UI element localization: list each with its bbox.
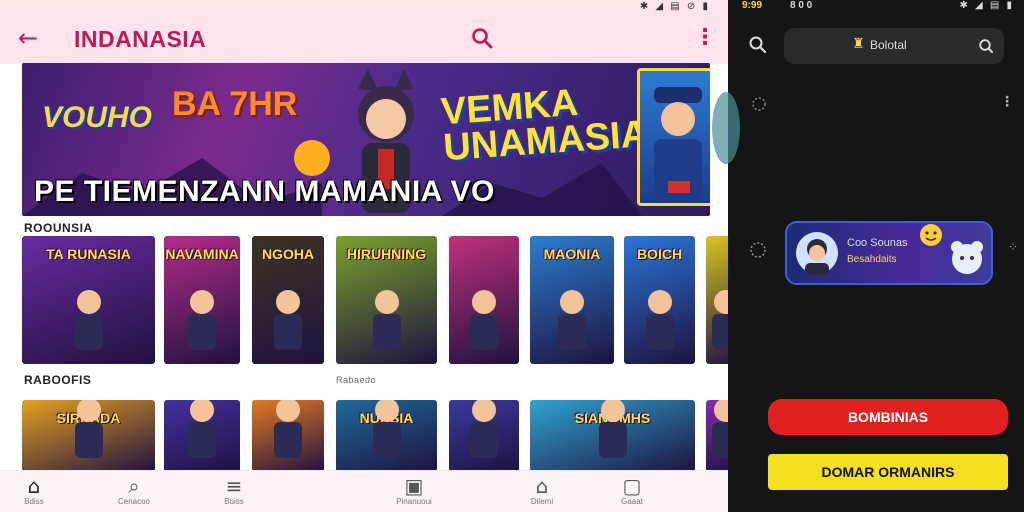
status-time: 9:99: [742, 0, 763, 11]
row1-card-7[interactable]: BOICH: [624, 236, 695, 364]
dots-icon: ⁘: [1008, 240, 1019, 254]
row2-card-3[interactable]: [252, 400, 324, 472]
secondary-yellow-button[interactable]: DOMAR ORMANIRS: [768, 454, 1008, 490]
row2-card-7[interactable]: [706, 400, 728, 472]
section-title-2: RABOOFIS: [24, 373, 92, 387]
nav-label: Dilemi: [530, 497, 554, 506]
row2-card-1[interactable]: SIRDADA: [22, 400, 155, 472]
character-figure: [74, 290, 103, 350]
back-arrow-icon[interactable]: ←: [18, 25, 38, 51]
row1-card-5[interactable]: [449, 236, 519, 364]
character-figure: [74, 400, 103, 458]
loading-circle-icon: [750, 242, 766, 258]
character-figure: [712, 400, 728, 458]
row1-card-8[interactable]: [706, 236, 728, 364]
nav-icon: ⌕: [128, 474, 140, 498]
character-figure: [274, 400, 302, 458]
row1-card-4[interactable]: HIRUHNING: [336, 236, 437, 364]
game-title: TA RUNASIA: [46, 246, 131, 262]
pill-subtitle: Besahdaits: [847, 254, 897, 265]
character-figure: [645, 290, 674, 350]
more-options-icon[interactable]: ⋮: [694, 25, 716, 50]
row2-card-6[interactable]: SIANOMHS: [530, 400, 695, 472]
loading-circle-icon: [752, 97, 766, 111]
status-icons: ✱ ◢ ▤ ⊘ ▮: [639, 1, 710, 12]
pet-icon: [951, 241, 983, 274]
emoji-icon: [920, 224, 942, 246]
row1-card-6[interactable]: MAONIA: [530, 236, 614, 364]
nav-label: Cenacoo: [117, 497, 151, 506]
row2-card-4[interactable]: NUASIA: [336, 400, 437, 472]
row1-card-1[interactable]: TA RUNASIA: [22, 236, 155, 364]
search-bar[interactable]: ♜ Bolotal: [784, 28, 1004, 64]
character-figure: [558, 290, 586, 350]
banner-logo-left: VOUHO: [42, 101, 153, 134]
character-figure: [188, 290, 216, 350]
nav-item-6[interactable]: ▢ Gaaat: [602, 475, 662, 506]
pill-name: Coo Sounas: [847, 237, 908, 249]
character-figure: [372, 290, 401, 350]
row2-card-2[interactable]: [164, 400, 240, 472]
row1-card-3[interactable]: NGOHA: [252, 236, 324, 364]
nav-label: Gaaat: [621, 497, 643, 506]
primary-red-button[interactable]: BOMBINIAS: [768, 399, 1008, 435]
avatar: [796, 232, 838, 275]
nav-item-3[interactable]: ≡ Buiss: [204, 475, 264, 506]
nav-icon: ⌂: [535, 474, 549, 498]
right-status-bar: 9:99 8 0 0 ✱ ◢ ▤ ▮: [728, 0, 1024, 14]
more-options-icon[interactable]: ⋮: [1000, 94, 1014, 110]
section-title-2-side: Rabaedo: [336, 375, 377, 385]
nav-icon: ⌂: [27, 474, 41, 498]
game-title: NAVAMINA: [165, 246, 239, 262]
search-bar-text: Bolotal: [870, 38, 907, 52]
nav-item-2[interactable]: ⌕ Cenacoo: [104, 475, 164, 506]
nav-item-5[interactable]: ⌂ Dilemi: [512, 475, 572, 506]
right-phone-screen: 9:99 8 0 0 ✱ ◢ ▤ ▮ ♜ Bolotal ⋮ ⁘ Coo Sou…: [712, 0, 1024, 512]
banner-tagline: PE TIEMENZANN MAMANIA VO: [34, 175, 495, 208]
bell-icon: ♜: [852, 36, 865, 52]
character-figure: [188, 400, 216, 458]
edge-handle[interactable]: [712, 92, 740, 164]
nav-label: Pinanuoui: [396, 497, 432, 506]
search-icon[interactable]: [978, 38, 994, 54]
right-status-icons: ✱ ◢ ▤ ▮: [959, 0, 1014, 11]
nav-icon: ≡: [225, 474, 243, 498]
app-bar: ← INDANASIA ⋮: [0, 14, 728, 64]
status-bar: ✱ ◢ ▤ ⊘ ▮: [0, 0, 728, 14]
search-icon[interactable]: [470, 26, 494, 50]
character-figure: [274, 290, 302, 350]
chat-pill[interactable]: Coo Sounas Besahdaits: [785, 221, 993, 285]
row2-card-5[interactable]: [449, 400, 519, 472]
left-phone-screen: ✱ ◢ ▤ ⊘ ▮ ← INDANASIA ⋮ VOUHO BA 7HR VEM…: [0, 0, 728, 512]
row1-card-2[interactable]: NAVAMINA: [164, 236, 240, 364]
character-figure: [470, 400, 498, 458]
nav-label: Bdiss: [24, 497, 44, 506]
game-title: HIRUHNING: [346, 246, 427, 262]
character-figure: [712, 290, 728, 350]
nav-label: Buiss: [224, 497, 244, 506]
section-title-1: ROOUNSIA: [24, 221, 93, 235]
game-title: BOICH: [636, 246, 683, 262]
character-figure: [372, 400, 401, 458]
game-title: NGOHA: [261, 246, 315, 262]
nav-icon: ▣: [404, 474, 424, 498]
status-extra: 8 0 0: [790, 0, 813, 11]
nav-item-1[interactable]: ⌂ Bdiss: [4, 475, 64, 506]
app-title: INDANASIA: [74, 26, 207, 52]
game-title: MAONIA: [543, 246, 601, 262]
banner-character-card: [637, 68, 710, 206]
character-figure: [598, 400, 627, 458]
nav-item-4[interactable]: ▣ Pinanuoui: [384, 475, 444, 506]
nav-icon: ▢: [622, 474, 642, 498]
character-figure: [470, 290, 498, 350]
search-icon[interactable]: [748, 35, 768, 55]
banner-logo-mid: BA 7HR: [172, 85, 298, 123]
bottom-navigation: ⌂ Bdiss ⌕ Cenacoo ≡ Buiss ▣ Pinanuoui ⌂ Dilemi ▢ Ga…: [0, 470, 728, 512]
promo-banner[interactable]: VOUHO BA 7HR VEMKA UNAMASIA PE TIEMENZAN…: [22, 63, 710, 216]
